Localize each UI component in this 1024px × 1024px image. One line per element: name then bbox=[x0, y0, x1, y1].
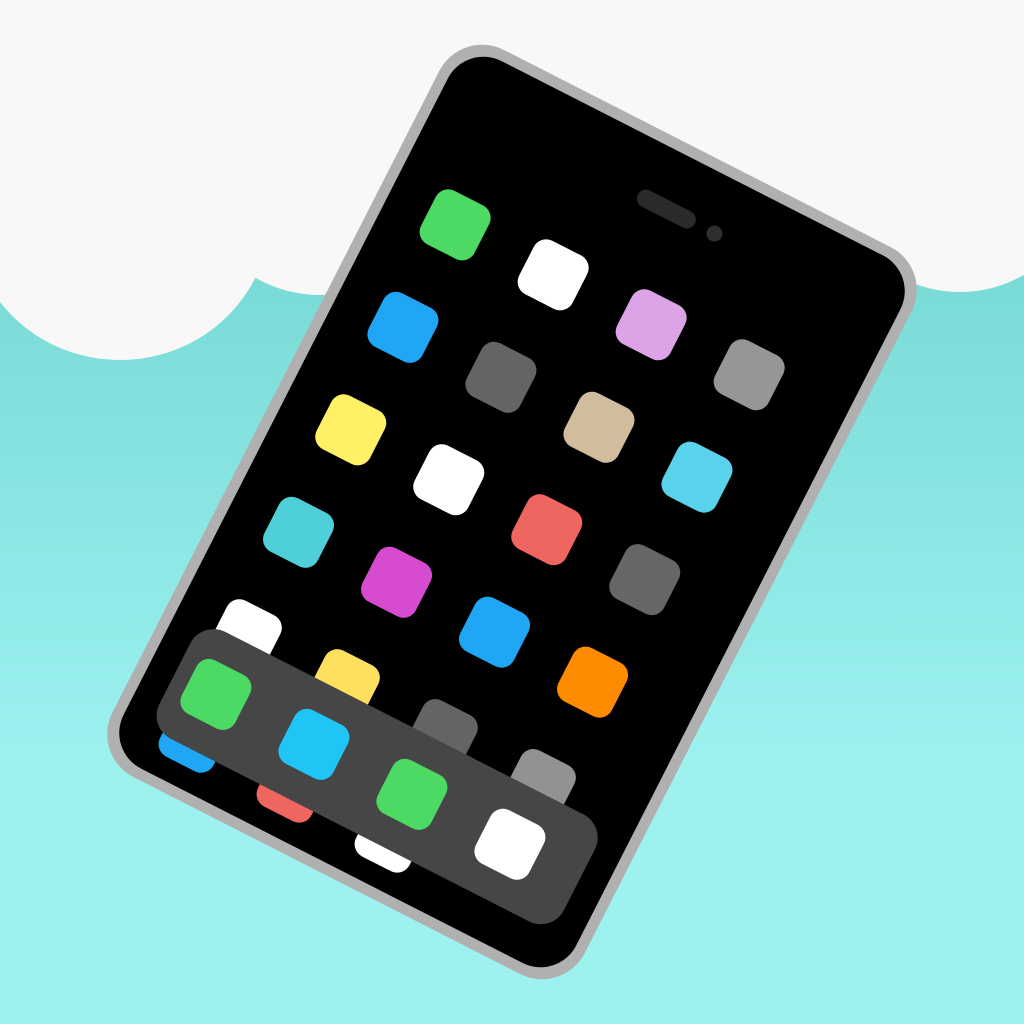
scene bbox=[0, 0, 1024, 1024]
